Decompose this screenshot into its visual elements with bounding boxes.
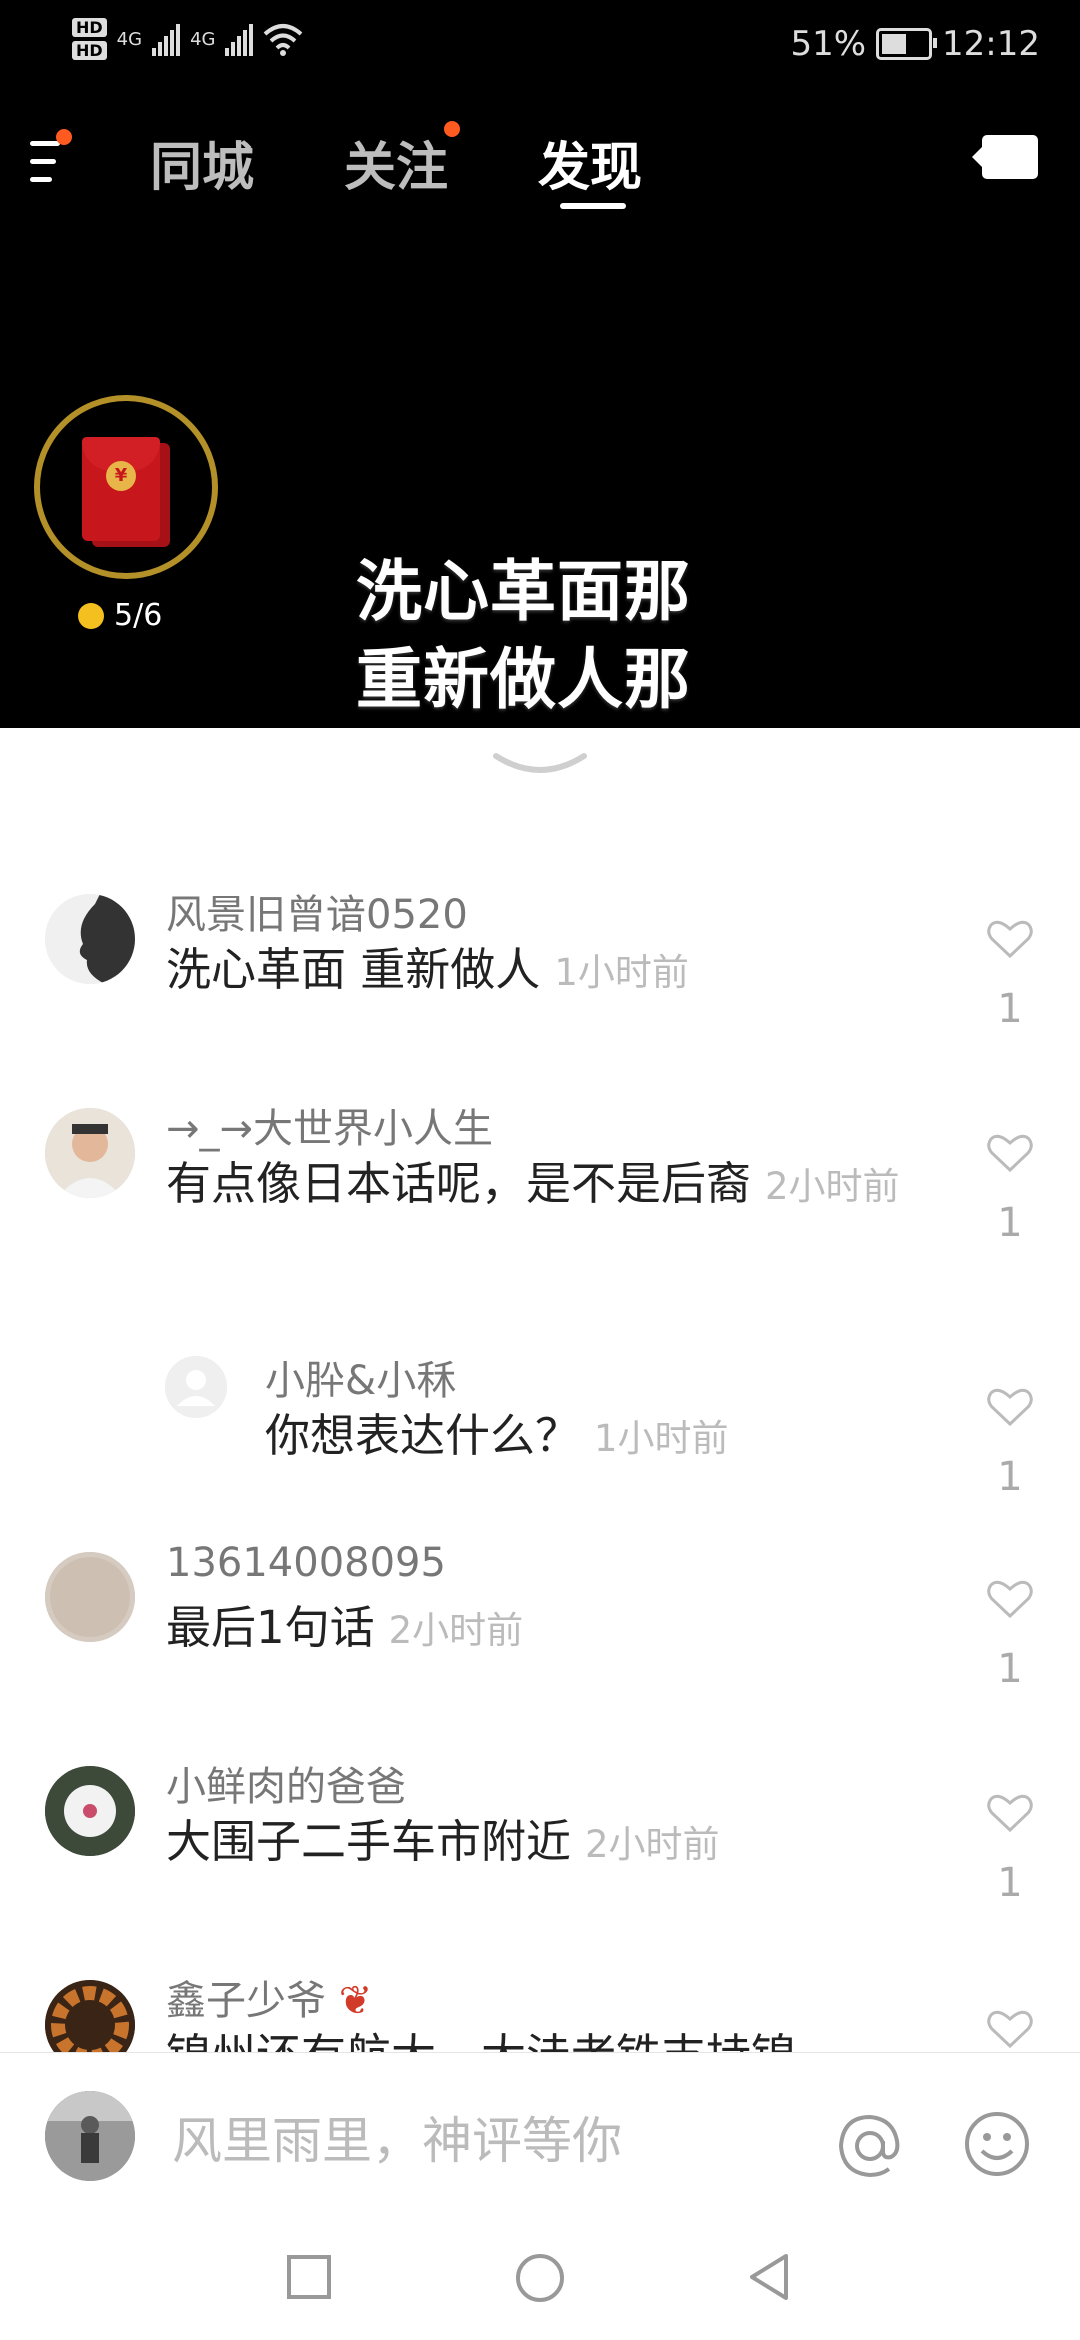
home-icon[interactable] (514, 2252, 566, 2304)
comment-username[interactable]: →_→大世界小人生 (166, 1096, 493, 1154)
heart-icon (987, 1134, 1033, 1173)
caption-line: 洗心革面那 (356, 553, 691, 630)
signal-icon (225, 22, 254, 56)
system-nav-bar (0, 2210, 1080, 2340)
comment-input-bar: 风里雨里，神评等你 (0, 2052, 1080, 2211)
comment-text: 洗心革面 重新做人 1小时前 (166, 943, 689, 996)
notification-dot (56, 129, 72, 145)
comment-time: 2小时前 (765, 1165, 900, 1208)
progress-text: 5/6 (114, 598, 163, 633)
like-button[interactable]: 1 (982, 918, 1038, 1032)
like-button[interactable]: 1 (982, 1578, 1038, 1692)
like-count: 1 (997, 1860, 1023, 1906)
comment-username[interactable]: 小肸&小秝 (265, 1348, 456, 1406)
red-packet-progress: 5/6 (78, 598, 162, 633)
heart-icon (987, 1794, 1033, 1833)
gourd-emoji-icon: ❦ (326, 1978, 373, 2024)
wifi-icon (264, 24, 303, 56)
network-type: 4G (116, 28, 143, 50)
comment-item: 风景旧曾谙0520 洗心革面 重新做人 1小时前 1 (0, 882, 1080, 1082)
comment-item: 小鲜肉的爸爸 大围子二手车市附近 2小时前 1 (0, 1754, 1080, 1954)
caption-line: 重新做人那 (356, 641, 691, 718)
video-area[interactable]: HD HD 4G 4G 51% 12:12 同城 关注 发现 ¥ 5/6 洗心革… (0, 0, 1080, 728)
red-packet-widget[interactable]: ¥ (34, 395, 218, 579)
comment-text: 锦州还有航大，大洼老铁支持锦 (166, 2024, 926, 2052)
red-envelope-icon: ¥ (82, 437, 160, 541)
comment-time: 1小时前 (594, 1417, 729, 1460)
avatar[interactable] (45, 1552, 135, 1642)
tab-guanzhu[interactable]: 关注 (344, 125, 448, 200)
comment-username[interactable]: 小鲜肉的爸爸 (166, 1754, 406, 1812)
hd-badge: HD (72, 18, 107, 37)
like-count: 1 (997, 1454, 1023, 1500)
comment-reply: 小肸&小秝 你想表达什么？ 1小时前 1 (0, 1348, 1080, 1528)
comment-time: 2小时前 (585, 1823, 720, 1866)
avatar[interactable] (45, 2091, 135, 2181)
menu-icon[interactable] (30, 129, 72, 189)
status-bar: HD HD 4G 4G 51% 12:12 (0, 0, 1080, 95)
comment-item: 13614008095 最后1句话 2小时前 1 (0, 1540, 1080, 1740)
comment-text: 有点像日本话呢，是不是后裔 2小时前 (166, 1157, 900, 1210)
avatar[interactable] (165, 1356, 227, 1418)
like-count: 1 (997, 1200, 1023, 1246)
gold-coin-icon (78, 602, 104, 629)
emoji-icon[interactable] (962, 2109, 1032, 2179)
avatar[interactable] (45, 1108, 135, 1198)
comment-list[interactable]: 风景旧曾谙0520 洗心革面 重新做人 1小时前 1 →_→大世界小人生 有点像日… (0, 870, 1080, 2052)
top-nav: 同城 关注 发现 (0, 115, 1080, 215)
comment-time: 1小时前 (554, 951, 689, 994)
notification-dot (444, 121, 460, 137)
like-button[interactable]: 1 (982, 1386, 1038, 1500)
comment-item: →_→大世界小人生 有点像日本话呢，是不是后裔 2小时前 1 (0, 1096, 1080, 1366)
heart-icon (987, 920, 1033, 959)
comment-username[interactable]: 风景旧曾谙0520 (166, 882, 468, 940)
at-mention-icon[interactable] (835, 2111, 905, 2181)
comment-text: 大围子二手车市附近 2小时前 (166, 1815, 720, 1868)
comment-input[interactable]: 风里雨里，神评等你 (172, 2101, 622, 2173)
tab-tongcheng[interactable]: 同城 (150, 125, 254, 200)
tab-faxian[interactable]: 发现 (538, 125, 642, 200)
like-button[interactable]: 1 (982, 1132, 1038, 1246)
comment-username[interactable]: 鑫子少爷 ❦ (166, 1968, 372, 2026)
clock: 12:12 (942, 24, 1040, 64)
like-count: 1 (997, 986, 1023, 1032)
signal-icon (152, 22, 181, 56)
heart-icon (987, 2010, 1033, 2049)
video-caption: 洗心革面那 重新做人那 (356, 548, 691, 724)
back-icon[interactable] (744, 2252, 794, 2302)
comment-time: 2小时前 (388, 1609, 524, 1652)
like-button[interactable] (982, 2008, 1038, 2050)
hd-badges: HD HD (72, 18, 107, 60)
comment-text: 最后1句话 2小时前 (166, 1601, 524, 1654)
avatar[interactable] (45, 1766, 135, 1856)
avatar[interactable] (45, 894, 135, 984)
active-tab-indicator (560, 203, 626, 209)
network-type: 4G (190, 28, 216, 50)
comment-username[interactable]: 13614008095 (166, 1540, 446, 1586)
battery-percent: 51% (790, 24, 867, 64)
comment-item: 鑫子少爷 ❦ 锦州还有航大，大洼老铁支持锦 (0, 1968, 1080, 2052)
heart-icon (987, 1388, 1033, 1427)
avatar[interactable] (45, 1980, 135, 2052)
recent-apps-icon[interactable] (284, 2252, 334, 2302)
hd-badge: HD (72, 41, 107, 60)
battery-icon (876, 28, 938, 60)
camera-icon[interactable] (972, 135, 1038, 179)
heart-icon (987, 1580, 1033, 1619)
like-button[interactable]: 1 (982, 1792, 1038, 1906)
chevron-down-icon[interactable] (492, 750, 588, 780)
like-count: 1 (997, 1646, 1023, 1692)
comment-text: 你想表达什么？ 1小时前 (265, 1409, 729, 1462)
